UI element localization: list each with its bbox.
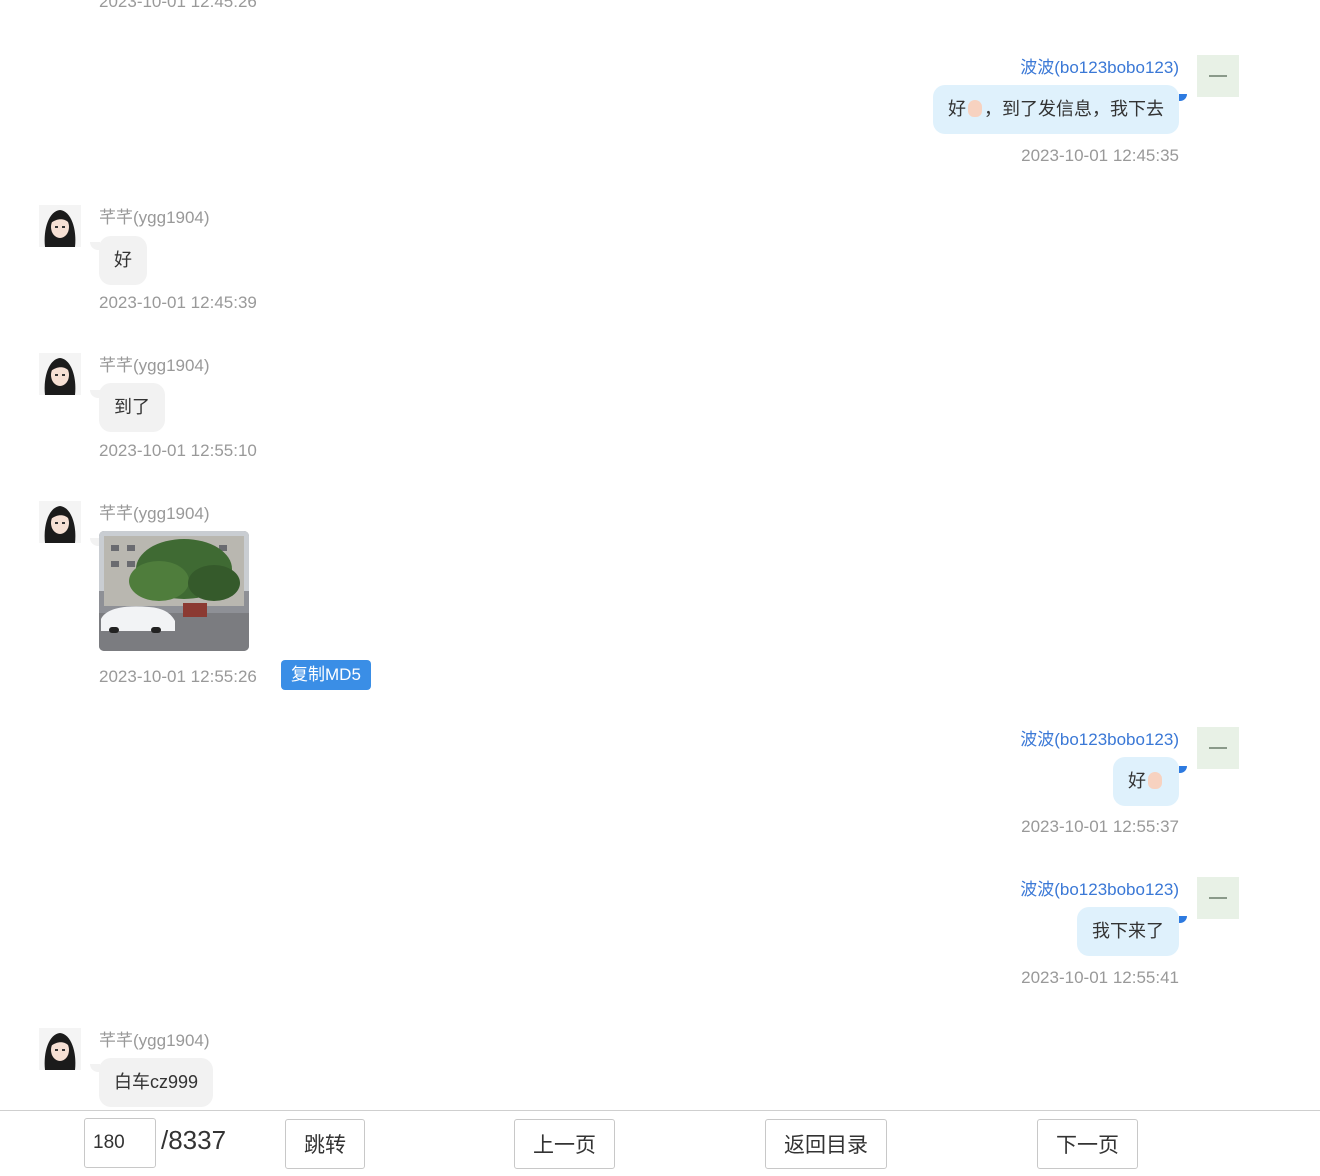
avatar[interactable] — [1197, 55, 1239, 97]
avatar[interactable] — [39, 1028, 81, 1070]
avatar-image — [1197, 55, 1239, 97]
ok-hand-emoji-icon — [968, 100, 982, 117]
message-text: ，到了发信息，我下去 — [984, 99, 1164, 119]
sender-name[interactable]: 芊芊(ygg1904) — [99, 499, 210, 524]
message-bubble[interactable]: 好 — [99, 236, 147, 285]
street-photo — [99, 531, 249, 651]
message-timestamp: 2023-10-01 12:45:39 — [99, 293, 257, 312]
next-page-button[interactable]: 下一页 — [1037, 1119, 1138, 1169]
message-text: 白车cz999 — [114, 1072, 199, 1092]
sender-name[interactable]: 芊芊(ygg1904) — [99, 1026, 210, 1051]
message-timestamp: 2023-10-01 12:55:26 — [99, 667, 257, 686]
message-bubble[interactable]: 到了 — [99, 383, 165, 432]
message-bubble[interactable]: 好 — [1113, 757, 1179, 806]
sender-name[interactable]: 波波(bo123bobo123) — [1020, 53, 1179, 78]
avatar-image — [1197, 877, 1239, 919]
message-image[interactable] — [99, 531, 249, 651]
pagination-bar: /8337 跳转 上一页 返回目录 下一页 — [0, 1110, 1320, 1176]
back-to-index-button[interactable]: 返回目录 — [765, 1119, 887, 1169]
sender-name[interactable]: 芊芊(ygg1904) — [99, 351, 210, 376]
bubble-tail — [1179, 94, 1187, 101]
chat-log: 2023-10-01 12:45:26 波波(bo123bobo123) 好 ，到… — [0, 0, 1320, 1110]
avatar[interactable] — [39, 501, 81, 543]
sender-name[interactable]: 波波(bo123bobo123) — [1020, 875, 1179, 900]
message-timestamp: 2023-10-01 12:45:35 — [1021, 146, 1179, 165]
avatar[interactable] — [1197, 727, 1239, 769]
sender-name[interactable]: 波波(bo123bobo123) — [1020, 725, 1179, 750]
prev-page-button[interactable]: 上一页 — [514, 1119, 615, 1169]
message-text: 我下来了 — [1092, 921, 1164, 941]
avatar-image — [39, 353, 81, 395]
avatar-image — [39, 1028, 81, 1070]
message-timestamp: 2023-10-01 12:45:26 — [99, 0, 257, 11]
avatar-image — [39, 205, 81, 247]
avatar-image — [39, 501, 81, 543]
page-number-input[interactable] — [84, 1118, 156, 1168]
bubble-tail — [1179, 916, 1187, 923]
message-text: 好 — [114, 250, 132, 270]
message-bubble[interactable]: 好 ，到了发信息，我下去 — [933, 85, 1179, 134]
bubble-tail — [1179, 766, 1187, 773]
message-text: 好 — [1128, 771, 1146, 791]
message-bubble[interactable]: 我下来了 — [1077, 907, 1179, 956]
message-timestamp: 2023-10-01 12:55:41 — [1021, 968, 1179, 987]
message-bubble[interactable]: 白车cz999 — [99, 1058, 214, 1107]
message-timestamp: 2023-10-01 12:55:10 — [99, 441, 257, 460]
jump-button[interactable]: 跳转 — [285, 1119, 365, 1169]
avatar[interactable] — [39, 205, 81, 247]
message-timestamp: 2023-10-01 12:55:37 — [1021, 817, 1179, 836]
message-text: 到了 — [114, 397, 150, 417]
avatar[interactable] — [1197, 877, 1239, 919]
avatar-image — [1197, 727, 1239, 769]
avatar[interactable] — [39, 353, 81, 395]
total-pages: /8337 — [161, 1125, 227, 1155]
copy-md5-button[interactable]: 复制MD5 — [281, 660, 371, 690]
ok-hand-emoji-icon — [1148, 772, 1162, 789]
sender-name[interactable]: 芊芊(ygg1904) — [99, 203, 210, 228]
message-text: 好 — [948, 99, 966, 119]
